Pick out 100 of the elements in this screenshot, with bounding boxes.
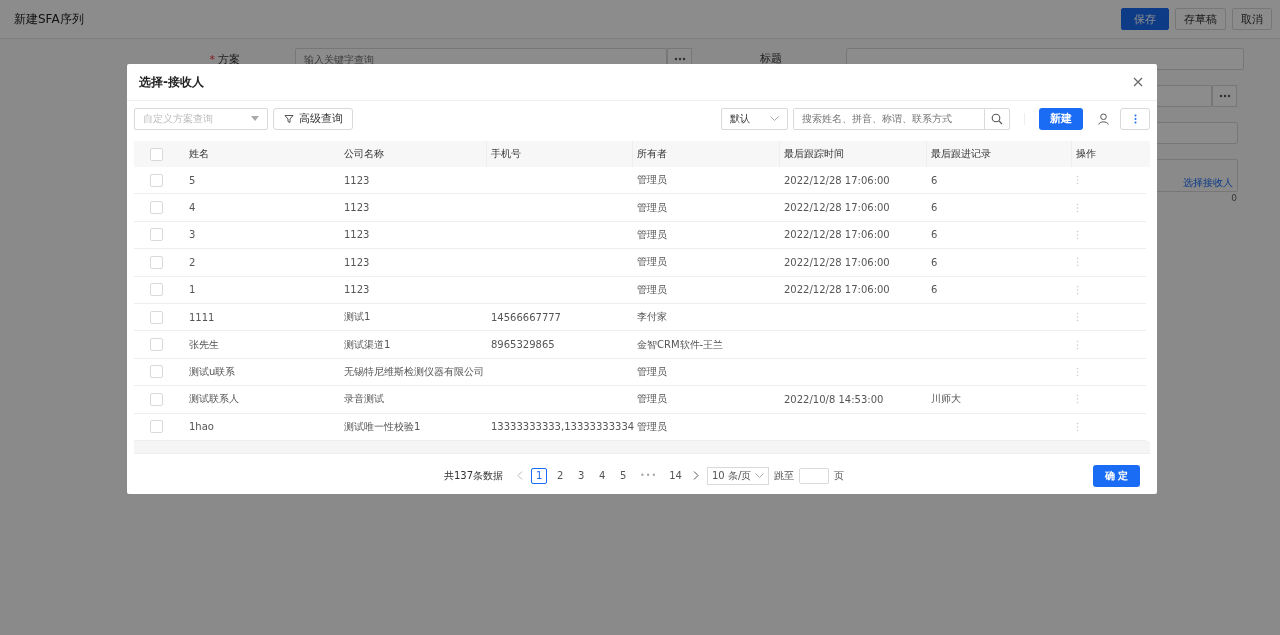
page-button[interactable]: 3 xyxy=(573,467,590,484)
row-checkbox[interactable] xyxy=(150,420,163,434)
new-button[interactable]: 新建 xyxy=(1039,107,1083,130)
ellipsis-icon xyxy=(673,57,686,61)
table-cell: 测试1 xyxy=(344,310,371,325)
table-cell: 测试渠道1 xyxy=(344,337,391,352)
row-actions-icon[interactable] xyxy=(1076,312,1079,323)
table-cell: 6 xyxy=(931,256,938,268)
page-button[interactable]: 14 xyxy=(666,467,685,484)
row-actions-icon[interactable] xyxy=(1076,202,1079,213)
table-cell: 测试u联系 xyxy=(189,364,236,379)
column-header: 所有者 xyxy=(637,147,667,161)
table-cell: 8965329865 xyxy=(491,339,555,351)
page-button[interactable]: 4 xyxy=(594,467,611,484)
close-icon[interactable] xyxy=(1133,77,1143,87)
jump-label: 跳至 xyxy=(774,468,795,483)
page-unit: 页 xyxy=(834,468,845,483)
table-cell: 1123 xyxy=(344,202,370,214)
table-cell: 1hao xyxy=(189,421,214,433)
search-icon[interactable] xyxy=(991,112,1003,125)
select-recipient-link[interactable]: 选择接收人 xyxy=(1183,176,1233,190)
page-title: 新建SFA序列 xyxy=(14,10,84,28)
table-cell: 管理员 xyxy=(637,282,667,297)
column-header: 姓名 xyxy=(189,147,209,161)
table-cell: 1 xyxy=(189,284,196,296)
chevron-icon xyxy=(755,473,765,479)
filter-icon xyxy=(284,113,294,124)
row-actions-icon[interactable] xyxy=(1076,421,1079,432)
row-actions-icon[interactable] xyxy=(1076,257,1079,268)
table-cell: 2 xyxy=(189,256,196,268)
toolbar-button[interactable]: 存草稿 xyxy=(1175,8,1226,30)
row-checkbox[interactable] xyxy=(150,255,163,269)
table-cell: 无锡特尼维斯检测仪器有限公司 xyxy=(344,364,484,379)
sort-select[interactable]: 默认 xyxy=(721,107,788,130)
row-checkbox[interactable] xyxy=(150,228,163,242)
row-actions-icon[interactable] xyxy=(1076,339,1079,350)
table-cell: 金智CRM软件-王兰 xyxy=(637,337,724,352)
field-label: * 方案 xyxy=(208,51,241,67)
page-button[interactable]: 1 xyxy=(531,467,548,484)
chevron-icon xyxy=(770,116,779,121)
confirm-button[interactable]: 确 定 xyxy=(1092,464,1140,487)
column-header: 公司名称 xyxy=(344,147,384,161)
next-page-icon[interactable] xyxy=(693,471,699,481)
table-cell: 管理员 xyxy=(637,227,667,242)
table-cell: 6 xyxy=(931,229,938,241)
column-header: 操作 xyxy=(1076,147,1096,161)
row-checkbox[interactable] xyxy=(150,283,163,297)
table-cell: 管理员 xyxy=(637,364,667,379)
table-cell: 2022/12/28 17:06:00 xyxy=(784,284,890,296)
row-actions-icon[interactable] xyxy=(1076,394,1079,405)
table-cell: 管理员 xyxy=(637,200,667,215)
table-cell: 2022/12/28 17:06:00 xyxy=(784,174,890,186)
total-count: 共137条数据 xyxy=(444,468,504,483)
row-checkbox[interactable] xyxy=(150,338,163,352)
save-button[interactable]: 保存 xyxy=(1121,8,1169,30)
previous-page-icon[interactable] xyxy=(517,471,524,481)
search-field[interactable]: 搜索姓名、拼音、称谓、联系方式 xyxy=(793,107,1010,130)
page-button[interactable]: 2 xyxy=(552,467,569,484)
row-checkbox[interactable] xyxy=(150,392,163,406)
table-cell: 1123 xyxy=(344,256,370,268)
table-cell: 2022/10/8 14:53:00 xyxy=(784,393,884,405)
row-actions-icon[interactable] xyxy=(1076,175,1079,186)
user-icon[interactable] xyxy=(1098,112,1109,125)
table-cell: 13333333333,13333333334 xyxy=(491,421,635,433)
table-cell: 6 xyxy=(931,202,938,214)
page-button[interactable]: 5 xyxy=(615,467,632,484)
column-header: 最后跟踪时间 xyxy=(784,147,844,161)
table-cell: 1111 xyxy=(189,311,215,323)
page-size-select[interactable]: 10 条/页 xyxy=(707,466,770,485)
column-header: 最后跟进记录 xyxy=(931,147,991,161)
table-cell: 1123 xyxy=(344,229,370,241)
table-cell: 测试唯一性校验1 xyxy=(344,419,421,434)
ellipsis-icon xyxy=(1218,94,1231,98)
table-cell: 川师大 xyxy=(931,392,961,407)
field-label: 标题 xyxy=(760,51,782,67)
table-cell: 2022/12/28 17:06:00 xyxy=(784,229,890,241)
table-cell: 管理员 xyxy=(637,255,667,270)
page-jump-field[interactable] xyxy=(799,467,830,484)
row-checkbox[interactable] xyxy=(150,201,163,215)
caret-icon xyxy=(251,116,259,121)
table-cell: 管理员 xyxy=(637,419,667,434)
advanced-search-button[interactable]: 高级查询 xyxy=(273,107,353,130)
table-cell: 6 xyxy=(931,284,938,296)
row-checkbox[interactable] xyxy=(150,173,163,187)
row-checkbox[interactable] xyxy=(150,365,163,379)
select-all-checkbox[interactable] xyxy=(150,147,163,161)
table-cell: 1123 xyxy=(344,174,370,186)
table-cell: 2022/12/28 17:06:00 xyxy=(784,202,890,214)
table-cell: 管理员 xyxy=(637,392,667,407)
table-cell: 1123 xyxy=(344,284,370,296)
row-actions-icon[interactable] xyxy=(1076,284,1079,295)
toolbar-button[interactable]: 取消 xyxy=(1232,8,1272,30)
table-cell: 李付家 xyxy=(637,310,667,325)
table-cell: 录音测试 xyxy=(344,392,384,407)
table-cell: 张先生 xyxy=(189,337,219,352)
row-checkbox[interactable] xyxy=(150,310,163,324)
table-cell: 3 xyxy=(189,229,196,241)
row-actions-icon[interactable] xyxy=(1076,366,1079,377)
table-cell: 测试联系人 xyxy=(189,392,239,407)
row-actions-icon[interactable] xyxy=(1076,229,1079,240)
